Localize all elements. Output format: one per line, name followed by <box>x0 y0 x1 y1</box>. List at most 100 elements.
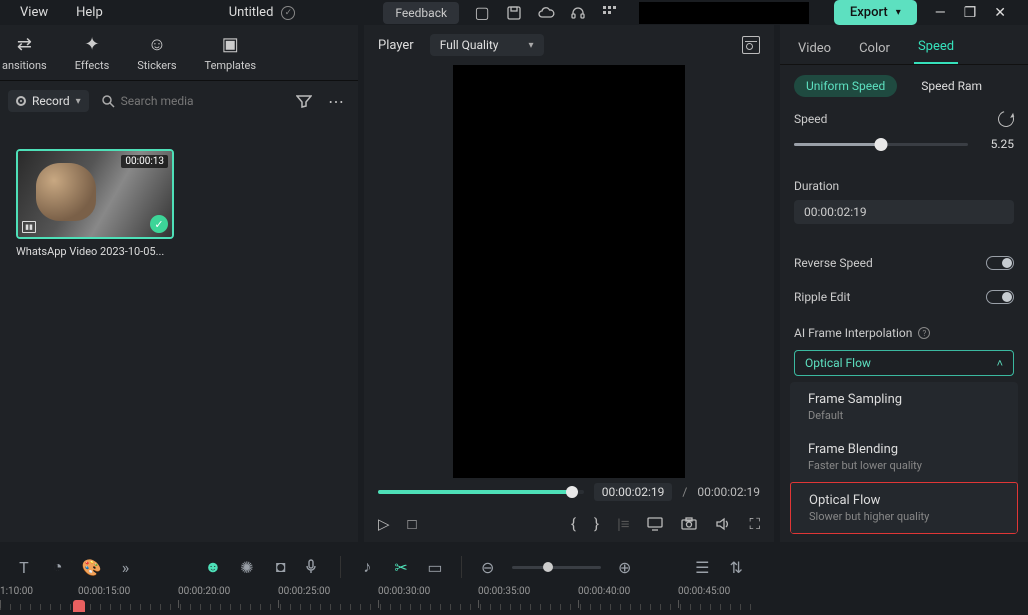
duration-label: Duration <box>794 179 839 193</box>
window-maximize-icon[interactable]: ❐ <box>964 5 977 21</box>
option-sub: Faster but lower quality <box>808 459 1004 472</box>
speed-value: 5.25 <box>978 137 1014 151</box>
sparkle-icon[interactable]: ✺ <box>237 558 257 577</box>
menu-view[interactable]: View <box>8 1 60 24</box>
export-label: Export <box>850 5 888 20</box>
tab-effects[interactable]: ✦ Effects <box>75 34 110 72</box>
record-button[interactable]: Record ▾ <box>8 90 89 112</box>
search-input[interactable] <box>121 94 278 108</box>
volume-icon[interactable] <box>715 517 731 531</box>
timecode-current: 00:00:02:19 <box>594 483 673 501</box>
option-frame-blending[interactable]: Frame Blending Faster but lower quality <box>790 432 1018 482</box>
media-clip[interactable]: 00:00:13 ▮▮ ✓ <box>16 149 174 239</box>
mark-out-icon[interactable]: } <box>594 515 599 533</box>
chevron-up-icon: ˄ <box>997 357 1003 370</box>
chevron-down-icon: ▾ <box>76 96 81 107</box>
saved-indicator-icon: ✓ <box>281 6 295 20</box>
tab-transitions[interactable]: ⇄ ansitions <box>2 34 47 72</box>
option-sub: Default <box>808 409 1004 422</box>
fullscreen-icon[interactable]: ⛶ <box>749 515 760 533</box>
option-name: Optical Flow <box>809 493 1003 508</box>
palette-icon[interactable]: 🎨 <box>82 558 102 577</box>
ruler-tick: 00:00:35:00 <box>478 586 530 597</box>
mic-icon[interactable] <box>305 559 325 575</box>
tab-speed[interactable]: Speed <box>914 31 958 64</box>
more-tools-icon[interactable]: » <box>116 558 136 577</box>
stop-icon[interactable]: □ <box>408 515 417 533</box>
reset-icon[interactable] <box>995 108 1017 130</box>
snapshot-icon[interactable] <box>742 36 760 54</box>
zoom-slider[interactable] <box>512 566 601 569</box>
window-close-icon[interactable]: ✕ <box>994 5 1006 21</box>
feedback-button[interactable]: Feedback <box>383 2 459 24</box>
mark-in-icon[interactable]: { <box>571 515 576 533</box>
display-icon[interactable] <box>647 517 663 531</box>
subtab-speed-ramp[interactable]: Speed Ram <box>909 75 994 97</box>
option-optical-flow[interactable]: Optical Flow Slower but higher quality <box>790 482 1018 534</box>
templates-icon: ▣ <box>222 34 239 55</box>
ruler-tick: 00:00:40:00 <box>578 586 630 597</box>
zoom-out-icon[interactable]: ⊖ <box>478 558 498 577</box>
play-icon[interactable]: ▷ <box>378 515 390 533</box>
ruler-tick: 00:00:15:00 <box>78 586 130 597</box>
window-minimize-icon[interactable]: ― <box>935 5 946 21</box>
redacted-area <box>639 2 809 24</box>
ripple-edit-toggle[interactable] <box>986 290 1014 304</box>
music-icon[interactable]: ♪ <box>357 557 377 577</box>
headset-icon[interactable] <box>569 4 587 22</box>
ruler-tick: 00:00:45:00 <box>678 586 730 597</box>
clip-added-icon: ✓ <box>150 215 168 233</box>
chevron-down-icon: ▾ <box>896 7 901 18</box>
settings-icon[interactable]: ⇅ <box>726 558 746 577</box>
record-icon <box>16 96 26 106</box>
apps-icon[interactable] <box>601 4 619 22</box>
tab-color[interactable]: Color <box>855 33 894 64</box>
ripple-edit-label: Ripple Edit <box>794 290 850 304</box>
timecode-separator: / <box>682 485 687 499</box>
effects-icon: ✦ <box>84 34 99 55</box>
chevron-down-icon: ▾ <box>529 40 534 51</box>
zoom-in-icon[interactable]: ⊕ <box>615 558 635 577</box>
ai-face-icon[interactable]: ☻ <box>203 557 223 577</box>
tab-templates[interactable]: ▣ Templates <box>205 34 256 72</box>
search-icon <box>101 94 115 108</box>
reverse-speed-toggle[interactable] <box>986 256 1014 270</box>
preview-canvas <box>453 65 685 478</box>
menu-help[interactable]: Help <box>64 1 115 24</box>
crop-frame-icon[interactable]: ▭ <box>425 558 445 577</box>
more-icon[interactable]: ⋯ <box>322 88 350 115</box>
track-view-icon[interactable]: ☰ <box>692 558 712 577</box>
tab-label: Stickers <box>137 59 176 72</box>
timeline-ruler[interactable]: 1:10:00 00:00:15:00 00:00:20:00 00:00:25… <box>0 586 760 615</box>
transitions-icon: ⇄ <box>17 34 32 55</box>
auto-cut-icon[interactable]: ✂ <box>391 558 411 577</box>
option-frame-sampling[interactable]: Frame Sampling Default <box>790 382 1018 432</box>
reverse-speed-label: Reverse Speed <box>794 256 873 270</box>
line-spacing-icon[interactable]: |≡ <box>617 515 629 533</box>
text-tool-icon[interactable]: T <box>14 558 34 577</box>
tab-video[interactable]: Video <box>794 33 835 64</box>
playback-scrubber[interactable] <box>378 490 584 494</box>
shield-icon[interactable]: ◘ <box>271 557 291 577</box>
subtab-uniform-speed[interactable]: Uniform Speed <box>794 75 897 97</box>
player-label: Player <box>378 38 414 53</box>
speed-slider[interactable] <box>794 143 968 146</box>
save-icon[interactable] <box>505 4 523 22</box>
timer-icon[interactable]: ◔ <box>48 557 68 577</box>
filter-icon[interactable] <box>290 90 318 112</box>
select-value: Optical Flow <box>805 356 871 370</box>
tab-stickers[interactable]: ☺ Stickers <box>137 34 176 72</box>
timecode-total: 00:00:02:19 <box>697 485 760 499</box>
device-icon[interactable]: ▢ <box>473 4 491 22</box>
tab-label: ansitions <box>2 59 47 72</box>
project-title: Untitled <box>229 5 274 20</box>
ai-interp-select[interactable]: Optical Flow ˄ <box>794 350 1014 376</box>
clip-duration-badge: 00:00:13 <box>121 155 168 168</box>
export-button[interactable]: Export ▾ <box>834 0 917 25</box>
clip-name: WhatsApp Video 2023-10-05... <box>16 245 174 258</box>
duration-input[interactable] <box>794 200 1014 224</box>
camera-icon[interactable] <box>681 517 697 531</box>
help-icon[interactable]: ? <box>918 327 930 339</box>
quality-select[interactable]: Full Quality ▾ <box>430 34 544 56</box>
cloud-icon[interactable] <box>537 4 555 22</box>
